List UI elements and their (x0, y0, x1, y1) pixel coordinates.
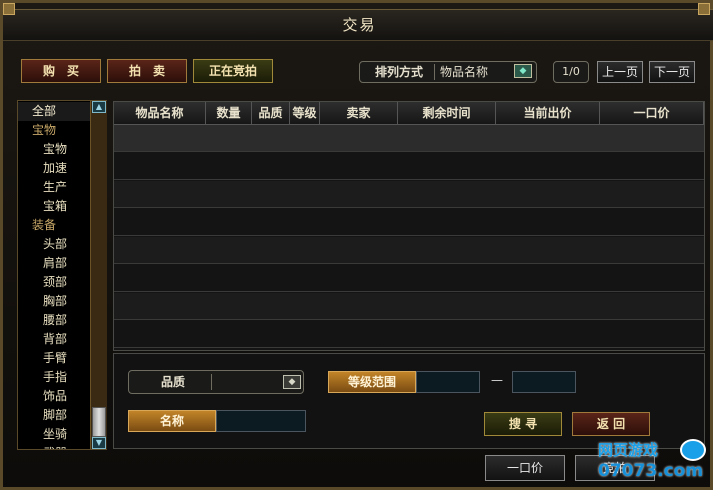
column-header[interactable]: 剩余时间 (398, 102, 496, 124)
tab-auction[interactable]: 拍 卖 (107, 59, 187, 83)
level-range-label: 等级范围 (328, 371, 416, 393)
table-row[interactable] (114, 209, 704, 236)
sidebar-scrollbar[interactable]: ▲ ▼ (90, 101, 107, 449)
listing-table: 物品名称 数量 品质 等级 卖家 剩余时间 当前出价 一口价 (113, 101, 705, 351)
level-min-input[interactable] (416, 371, 480, 393)
dropdown-gem-icon[interactable]: ◆ (283, 375, 301, 389)
scroll-thumb[interactable] (92, 407, 106, 437)
table-header: 物品名称 数量 品质 等级 卖家 剩余时间 当前出价 一口价 (114, 102, 704, 125)
quality-label: 品质 (135, 374, 212, 390)
dropdown-gem-icon[interactable]: ◆ (514, 64, 532, 78)
name-input[interactable] (216, 410, 306, 432)
table-row[interactable] (114, 153, 704, 180)
tab-bidding[interactable]: 正在竞拍 (193, 59, 273, 83)
column-header[interactable]: 卖家 (320, 102, 398, 124)
column-header[interactable]: 当前出价 (496, 102, 600, 124)
column-header[interactable]: 等级 (290, 102, 320, 124)
table-row[interactable] (114, 125, 704, 152)
mascot-icon (680, 439, 706, 461)
back-button[interactable]: 返 回 (572, 412, 650, 436)
table-row[interactable] (114, 265, 704, 292)
column-header[interactable]: 品质 (252, 102, 290, 124)
watermark-domain: 07073.com (598, 461, 704, 481)
quality-select[interactable]: 品质 ◆ (128, 370, 304, 394)
next-page-button[interactable]: 下一页 (649, 61, 695, 83)
buyout-button[interactable]: 一口价 (485, 455, 565, 481)
filter-panel: 品质 ◆ 等级范围 — 名称 搜 寻 返 回 (113, 353, 705, 449)
tab-buy[interactable]: 购 买 (21, 59, 101, 83)
sort-control[interactable]: 排列方式 物品名称 ◆ (359, 61, 537, 83)
level-max-input[interactable] (512, 371, 576, 393)
quality-value (219, 374, 279, 390)
name-label: 名称 (128, 410, 216, 432)
prev-page-button[interactable]: 上一页 (597, 61, 643, 83)
range-dash: — (491, 373, 503, 387)
trade-window: 交易 购 买 拍 卖 正在竞拍 排列方式 物品名称 ◆ 1/0 上一页 下一页 … (0, 0, 713, 490)
table-row[interactable] (114, 293, 704, 320)
corner-ornament-tl (3, 3, 15, 15)
scroll-down-icon[interactable]: ▼ (92, 437, 106, 449)
sort-label: 排列方式 (364, 64, 435, 80)
site-watermark: 网页游戏 07073.com (598, 439, 706, 485)
table-row[interactable] (114, 181, 704, 208)
column-header[interactable]: 一口价 (600, 102, 704, 124)
search-button[interactable]: 搜 寻 (484, 412, 562, 436)
column-header[interactable]: 物品名称 (114, 102, 206, 124)
page-indicator: 1/0 (553, 61, 589, 83)
table-row[interactable] (114, 321, 704, 348)
table-row[interactable] (114, 237, 704, 264)
scroll-up-icon[interactable]: ▲ (92, 101, 106, 113)
watermark-text: 网页游戏 (598, 441, 659, 459)
column-header[interactable]: 数量 (206, 102, 252, 124)
sort-value: 物品名称 (440, 65, 489, 79)
corner-ornament-tr (698, 3, 710, 15)
window-title: 交易 (3, 9, 713, 41)
